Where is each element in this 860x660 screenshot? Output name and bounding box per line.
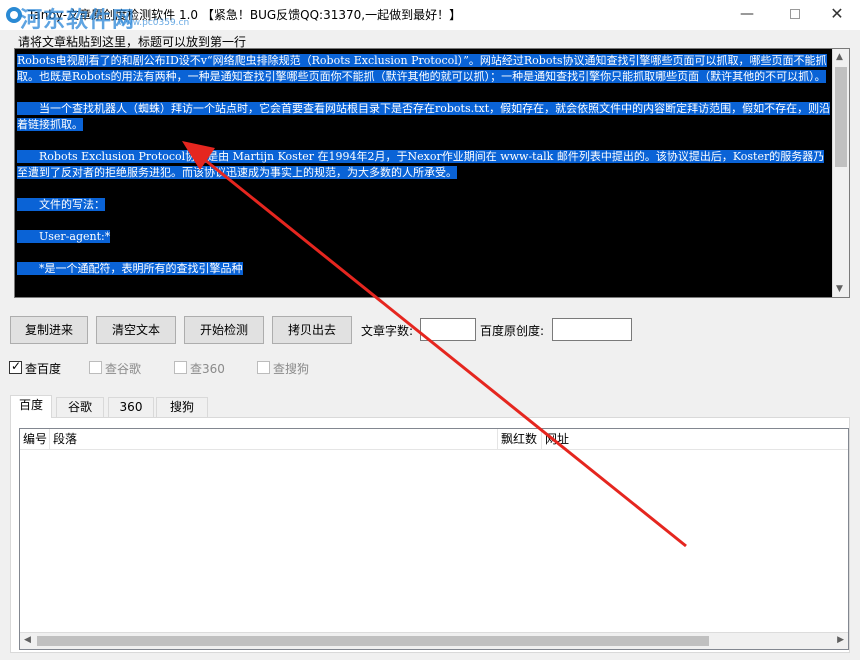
check-360-checkbox[interactable]: 查360: [174, 360, 234, 376]
check-sogou-checkbox[interactable]: 查搜狗: [257, 360, 317, 376]
check-sogou-label: 查搜狗: [273, 362, 310, 376]
scroll-thumb[interactable]: [37, 636, 709, 646]
check-google-checkbox[interactable]: 查谷歌: [89, 360, 149, 376]
article-text[interactable]: Robots电视剧看了的和剧公布ID设不v“网络爬虫排除规范（Robots Ex…: [17, 53, 831, 293]
editor-vertical-scrollbar[interactable]: ▲ ▼: [832, 49, 849, 297]
check-google-label: 查谷歌: [105, 362, 142, 376]
check-360-label: 查360: [190, 362, 225, 376]
scroll-right-icon[interactable]: ▶: [837, 635, 844, 645]
word-count-field[interactable]: [420, 318, 476, 341]
article-paragraph: 当一个查找机器人（蜘蛛）拜访一个站点时，它会首要查看网站根目录下是否存在robo…: [17, 102, 831, 131]
tab-360[interactable]: 360: [108, 397, 154, 417]
column-header-number[interactable]: 编号: [20, 429, 50, 450]
checkbox-icon[interactable]: [89, 361, 102, 374]
scroll-thumb[interactable]: [835, 67, 847, 167]
article-textarea[interactable]: Robots电视剧看了的和剧公布ID设不v“网络爬虫排除规范（Robots Ex…: [14, 48, 850, 298]
check-baidu-label: 查百度: [25, 362, 62, 376]
checkbox-checked-icon[interactable]: [9, 359, 22, 374]
maximize-icon[interactable]: [772, 0, 818, 30]
originality-label: 百度原创度:: [480, 324, 545, 338]
copy-out-button[interactable]: 拷贝出去: [272, 316, 352, 344]
scroll-down-icon[interactable]: ▼: [836, 284, 843, 294]
minimize-icon[interactable]: —: [724, 0, 770, 30]
watermark-url: www.pc0359.cn: [118, 18, 190, 28]
column-header-paragraph[interactable]: 段落: [50, 429, 498, 450]
tab-baidu[interactable]: 百度: [10, 395, 52, 418]
checkbox-icon[interactable]: [174, 361, 187, 374]
scroll-up-icon[interactable]: ▲: [836, 52, 843, 62]
tab-panel-baidu: 编号 段落 飘红数 网址 ◀ ▶: [10, 417, 850, 653]
copy-in-button[interactable]: 复制进来: [10, 316, 88, 344]
results-list[interactable]: 编号 段落 飘红数 网址 ◀ ▶: [19, 428, 849, 650]
checkbox-icon[interactable]: [257, 361, 270, 374]
column-header-red-count[interactable]: 飘红数: [498, 429, 542, 450]
start-check-button[interactable]: 开始检测: [184, 316, 264, 344]
originality-field[interactable]: [552, 318, 632, 341]
tab-sogou[interactable]: 搜狗: [156, 397, 208, 417]
article-paragraph: User-agent:*: [17, 230, 111, 243]
word-count-label: 文章字数:: [361, 324, 414, 338]
column-header-url[interactable]: 网址: [542, 429, 848, 450]
tab-google[interactable]: 谷歌: [56, 397, 104, 417]
clear-text-button[interactable]: 清空文本: [96, 316, 176, 344]
article-paragraph: Robots电视剧看了的和剧公布ID设不v“网络爬虫排除规范（Robots Ex…: [17, 54, 827, 83]
check-baidu-checkbox[interactable]: 查百度: [9, 359, 69, 376]
close-icon[interactable]: ✕: [814, 0, 860, 30]
title-bar: Tanby-文章原创度检测软件 1.0 【紧急！BUG反馈QQ:31370,一起…: [0, 0, 860, 33]
article-paragraph: Robots Exclusion Protocol协议是由 Martijn Ko…: [17, 150, 825, 179]
scroll-left-icon[interactable]: ◀: [24, 635, 31, 645]
article-paragraph: *是一个通配符，表明所有的查找引擎品种: [17, 262, 243, 275]
results-horizontal-scrollbar[interactable]: ◀ ▶: [20, 632, 848, 649]
results-header: 编号 段落 飘红数 网址: [20, 429, 848, 450]
article-paragraph: 文件的写法：: [17, 198, 105, 211]
